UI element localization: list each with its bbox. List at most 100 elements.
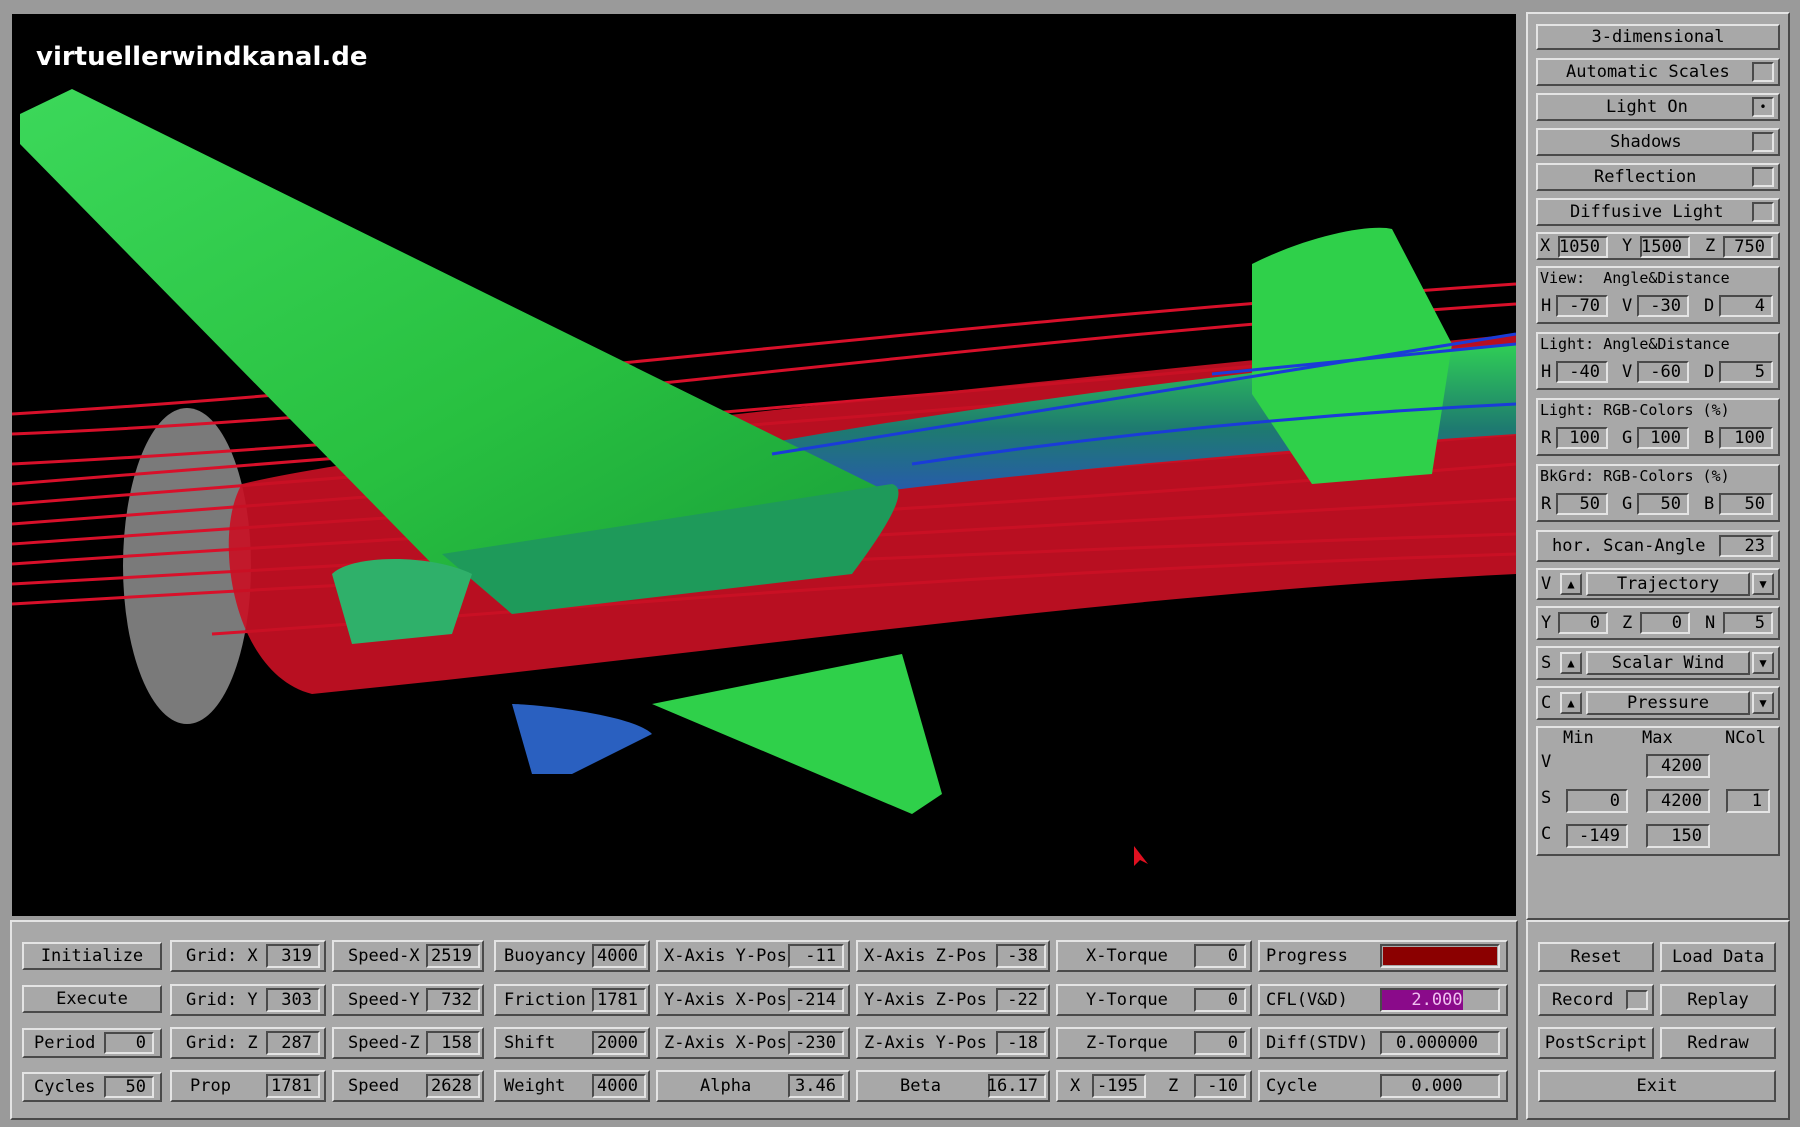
light-b-field[interactable]: 100 [1719, 427, 1773, 449]
vector-down-button[interactable]: ▼ [1752, 573, 1774, 595]
scalar-up-button[interactable]: ▲ [1560, 652, 1582, 674]
scan-angle-field[interactable]: 23 [1719, 535, 1773, 557]
bkgrd-r-field[interactable]: 50 [1556, 493, 1608, 515]
yzn-z-field[interactable]: 0 [1640, 612, 1690, 634]
record-checkbox[interactable] [1626, 990, 1648, 1010]
replay-button[interactable]: Replay [1660, 984, 1776, 1016]
light-d-field[interactable]: 5 [1719, 361, 1773, 383]
view-v-field[interactable]: -30 [1637, 295, 1689, 317]
mode-3d-button[interactable]: 3-dimensional [1536, 24, 1780, 50]
speed-z-field[interactable]: 158 [426, 1031, 480, 1055]
z-pos-label: Z [1168, 1076, 1179, 1096]
light-on-toggle[interactable]: Light On • [1536, 93, 1780, 121]
bkgrd-g-label: G [1622, 494, 1633, 514]
z-torque-field[interactable]: 0 [1194, 1031, 1246, 1055]
scale-s-min-field[interactable]: 0 [1566, 789, 1628, 813]
scale-c-max-field[interactable]: 150 [1646, 824, 1710, 848]
grid-z-field[interactable]: 287 [266, 1031, 320, 1055]
diffusive-light-toggle[interactable]: Diffusive Light [1536, 198, 1780, 226]
x-pos-field[interactable]: -195 [1092, 1074, 1146, 1098]
z-axis-y-pos-field[interactable]: -18 [996, 1031, 1046, 1055]
grid-x-label: Grid: X [186, 946, 258, 966]
alpha-field[interactable]: 3.46 [788, 1074, 844, 1098]
shadows-checkbox[interactable] [1752, 132, 1774, 152]
lower-wing [652, 654, 942, 814]
execute-button[interactable]: Execute [22, 985, 162, 1013]
shadows-toggle[interactable]: Shadows [1536, 128, 1780, 156]
friction-field[interactable]: 1781 [592, 988, 646, 1012]
color-down-button[interactable]: ▼ [1752, 692, 1774, 714]
light-y-field[interactable]: 1500 [1640, 236, 1690, 258]
render-viewport[interactable]: virtuellerwindkanal.de [12, 14, 1516, 916]
prop-field[interactable]: 1781 [266, 1074, 320, 1098]
yzn-z-label: Z [1622, 613, 1633, 633]
scalar-select[interactable]: Scalar Wind [1586, 651, 1750, 675]
color-select[interactable]: Pressure [1586, 691, 1750, 715]
light-r-field[interactable]: 100 [1556, 427, 1608, 449]
buoyancy-label: Buoyancy [504, 946, 586, 966]
beta-field[interactable]: 16.17 [987, 1074, 1046, 1098]
y-axis-z-pos-field[interactable]: -22 [996, 988, 1046, 1012]
vector-select[interactable]: Trajectory [1586, 572, 1750, 596]
x-axis-z-pos-field[interactable]: -38 [996, 944, 1046, 968]
shift-field[interactable]: 2000 [592, 1031, 646, 1055]
view-d-field[interactable]: 4 [1719, 295, 1773, 317]
diffusive-light-checkbox[interactable] [1752, 202, 1774, 222]
y-axis-x-pos-field[interactable]: -214 [788, 988, 844, 1012]
diffusive-light-label: Diffusive Light [1570, 202, 1724, 222]
color-prefix: C [1541, 693, 1552, 713]
grid-y-field[interactable]: 303 [266, 988, 320, 1012]
speed-x-field[interactable]: 2519 [426, 944, 480, 968]
yzn-n-field[interactable]: 5 [1723, 612, 1773, 634]
load-data-button[interactable]: Load Data [1660, 942, 1776, 972]
scale-s-max-field[interactable]: 4200 [1646, 789, 1710, 813]
postscript-button[interactable]: PostScript [1538, 1027, 1654, 1059]
speed-x-label: Speed-X [348, 946, 420, 966]
x-torque-field[interactable]: 0 [1194, 944, 1246, 968]
speed-field[interactable]: 2628 [426, 1074, 480, 1098]
reset-button[interactable]: Reset [1538, 942, 1654, 972]
light-x-field[interactable]: 1050 [1558, 236, 1608, 258]
light-d-label: D [1704, 362, 1715, 382]
z-pos-field[interactable]: -10 [1194, 1074, 1246, 1098]
weight-field[interactable]: 4000 [592, 1074, 646, 1098]
exit-button[interactable]: Exit [1538, 1070, 1776, 1102]
x-pos-label: X [1070, 1076, 1081, 1096]
light-v-field[interactable]: -60 [1637, 361, 1689, 383]
light-h-field[interactable]: -40 [1556, 361, 1608, 383]
view-h-field[interactable]: -70 [1556, 295, 1608, 317]
automatic-scales-checkbox[interactable] [1752, 62, 1774, 82]
vector-up-button[interactable]: ▲ [1560, 573, 1582, 595]
y-torque-field[interactable]: 0 [1194, 988, 1246, 1012]
light-r-label: R [1541, 428, 1552, 448]
progress-bar [1380, 944, 1500, 968]
redraw-button[interactable]: Redraw [1660, 1027, 1776, 1059]
airplane-visualization [12, 89, 1516, 866]
arrow-up-icon: ▲ [1567, 656, 1575, 670]
light-g-field[interactable]: 100 [1637, 427, 1689, 449]
scale-s-ncol-field[interactable]: 1 [1726, 789, 1770, 813]
buoyancy-field[interactable]: 4000 [592, 944, 646, 968]
scale-c-min-field[interactable]: -149 [1566, 824, 1628, 848]
light-on-checkbox[interactable]: • [1752, 97, 1774, 117]
x-axis-y-pos-field[interactable]: -11 [788, 944, 844, 968]
light-z-field[interactable]: 750 [1723, 236, 1773, 258]
reflection-checkbox[interactable] [1752, 167, 1774, 187]
speed-y-field[interactable]: 732 [426, 988, 480, 1012]
record-button[interactable]: Record [1538, 984, 1654, 1016]
scale-v-max-field[interactable]: 4200 [1646, 754, 1710, 778]
reflection-toggle[interactable]: Reflection [1536, 163, 1780, 191]
cycles-field[interactable]: 50 [104, 1076, 154, 1098]
shift-label: Shift [504, 1033, 556, 1053]
speed-y-label: Speed-Y [348, 990, 420, 1010]
initialize-button[interactable]: Initialize [22, 942, 162, 970]
yzn-y-field[interactable]: 0 [1558, 612, 1608, 634]
grid-x-field[interactable]: 319 [266, 944, 320, 968]
automatic-scales-toggle[interactable]: Automatic Scales [1536, 58, 1780, 86]
bkgrd-g-field[interactable]: 50 [1637, 493, 1689, 515]
color-up-button[interactable]: ▲ [1560, 692, 1582, 714]
period-field[interactable]: 0 [104, 1032, 154, 1054]
bkgrd-b-field[interactable]: 50 [1719, 493, 1773, 515]
scalar-down-button[interactable]: ▼ [1752, 652, 1774, 674]
z-axis-x-pos-field[interactable]: -230 [788, 1031, 844, 1055]
